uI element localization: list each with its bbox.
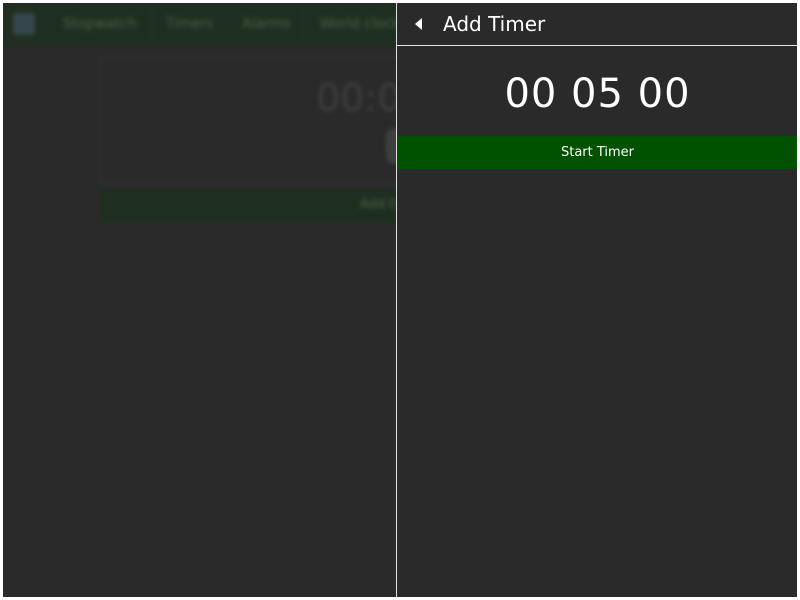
background-add-timer-bar: Add timer xyxy=(100,189,442,223)
app-logo-icon xyxy=(13,13,35,35)
background-tab-stopwatch: Stopwatch xyxy=(49,3,152,45)
start-timer-button[interactable]: Start Timer xyxy=(397,136,797,169)
add-timer-panel: Add Timer 00 05 00 Start Timer xyxy=(396,3,797,597)
panel-header: Add Timer xyxy=(397,3,797,46)
background-tab-alarms: Alarms xyxy=(228,3,306,45)
timer-duration-display[interactable]: 00 05 00 xyxy=(397,69,797,119)
back-button[interactable] xyxy=(403,6,439,42)
background-tab-timers: Timers xyxy=(152,3,229,45)
background-timer-card: 00:05:00 xyxy=(100,57,487,185)
app-window: Stopwatch Timers Alarms World clock 00:0… xyxy=(3,3,797,597)
caret-left-icon xyxy=(415,18,422,30)
panel-title: Add Timer xyxy=(443,12,546,36)
